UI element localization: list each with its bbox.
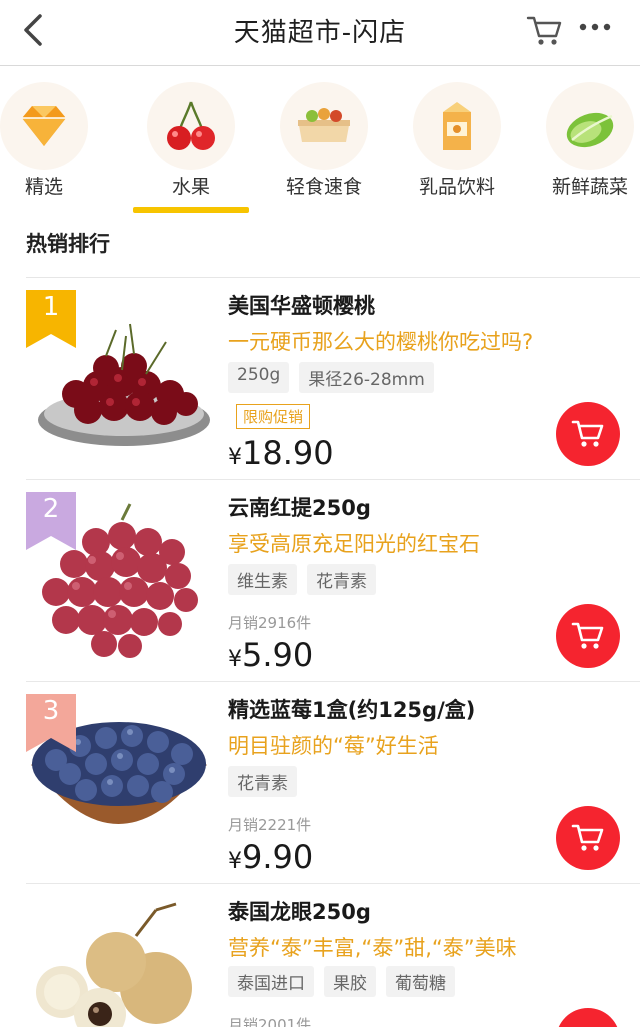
cart-icon — [526, 16, 562, 45]
milk-carton-icon — [443, 102, 471, 150]
monthly-sales: 月销2001件 — [228, 1016, 312, 1027]
category-jingxuan[interactable]: 精选 — [0, 76, 104, 214]
cherry-icon — [167, 101, 215, 150]
category-rupin[interactable]: 乳品饮料 — [397, 76, 517, 214]
tag: 泰国进口 — [228, 966, 314, 997]
add-to-cart-button[interactable] — [556, 1008, 620, 1027]
product-name: 精选蓝莓1盒(约125g/盒) — [228, 698, 476, 722]
selected-category-indicator — [133, 207, 249, 213]
top-bar: 天猫超市-闪店 — [0, 0, 640, 66]
more-dots-icon — [579, 23, 611, 31]
category-icon-bg — [280, 82, 368, 170]
tag: 维生素 — [228, 564, 297, 595]
product-slogan: 一元硬币那么大的樱桃你吃过吗? — [228, 330, 534, 354]
monthly-sales: 月销2221件 — [228, 816, 312, 834]
currency-symbol: ¥ — [228, 849, 242, 874]
tag-list: 花青素 — [228, 766, 297, 797]
section-title: 热销排行 — [26, 232, 110, 256]
cart-icon — [571, 622, 604, 649]
tag: 果胶 — [324, 966, 376, 997]
product-item[interactable]: 泰国龙眼250g 营养“泰”丰富,“泰”甜,“泰”美味 泰国进口 果胶 葡萄糖 … — [0, 886, 640, 1027]
category-label: 轻食速食 — [285, 176, 362, 198]
category-icon-bg — [546, 82, 634, 170]
category-icon-bg — [413, 82, 501, 170]
tag: 葡萄糖 — [386, 966, 455, 997]
price-amount: 5.90 — [242, 636, 314, 674]
add-to-cart-button[interactable] — [556, 604, 620, 668]
tag-list: 泰国进口 果胶 葡萄糖 — [228, 966, 455, 997]
rank-number: 2 — [42, 494, 60, 524]
category-shuiguo[interactable]: 水果 — [131, 76, 251, 214]
product-item[interactable]: 2 云南红提250g 享受高原充足阳光的红宝石 维生素 花青素 月销2916件 … — [0, 482, 640, 682]
product-price: ¥18.90 — [228, 434, 334, 472]
product-price: ¥5.90 — [228, 636, 313, 674]
cabbage-icon — [566, 112, 614, 148]
product-item[interactable]: 3 精选蓝莓1盒(约125g/盒) 明目驻颜的“莓”好生活 花青素 月销2221… — [0, 684, 640, 884]
product-slogan: 营养“泰”丰富,“泰”甜,“泰”美味 — [228, 936, 517, 960]
lunchbox-icon — [298, 108, 350, 142]
divider — [26, 479, 640, 480]
category-shucai[interactable]: 新鲜蔬菜 — [530, 76, 640, 214]
tag-list: 维生素 花青素 — [228, 564, 376, 595]
product-item[interactable]: 1 美国华盛顿樱桃 一元硬币那么大的樱桃你吃过吗? 250g 果径26-28mm… — [0, 280, 640, 480]
category-label: 新鲜蔬菜 — [551, 176, 628, 198]
category-icon-bg — [0, 82, 88, 170]
category-label: 水果 — [171, 176, 210, 198]
tag: 花青素 — [307, 564, 376, 595]
price-amount: 9.90 — [242, 838, 314, 876]
category-qingshi[interactable]: 轻食速食 — [264, 76, 384, 214]
cart-icon — [571, 420, 604, 447]
product-name: 云南红提250g — [228, 496, 371, 520]
category-icon-bg — [147, 82, 235, 170]
rank-number: 1 — [42, 292, 60, 322]
product-name: 泰国龙眼250g — [228, 900, 371, 924]
more-button[interactable] — [577, 12, 613, 42]
currency-symbol: ¥ — [228, 647, 242, 672]
rank-number: 3 — [42, 696, 60, 726]
product-image-longan — [36, 902, 192, 1027]
category-bar: 精选 水果 轻食速食 乳品饮料 新鲜蔬菜 — [0, 76, 640, 216]
divider — [26, 883, 640, 884]
divider — [26, 277, 640, 278]
tag: 果径26-28mm — [299, 362, 434, 393]
category-label: 精选 — [24, 176, 63, 198]
diamond-icon — [22, 106, 66, 146]
add-to-cart-button[interactable] — [556, 402, 620, 466]
product-name: 美国华盛顿樱桃 — [228, 294, 375, 318]
promo-badge: 限购促销 — [236, 404, 311, 429]
category-label: 乳品饮料 — [418, 176, 495, 198]
cart-button[interactable] — [524, 12, 564, 48]
product-slogan: 明目驻颜的“莓”好生活 — [228, 734, 439, 758]
cart-icon — [571, 824, 604, 851]
price-amount: 18.90 — [242, 434, 334, 472]
currency-symbol: ¥ — [228, 445, 242, 470]
divider — [26, 681, 640, 682]
tag: 250g — [228, 362, 290, 393]
tag: 花青素 — [228, 766, 297, 797]
tag-list: 250g 果径26-28mm — [228, 362, 434, 393]
add-to-cart-button[interactable] — [556, 806, 620, 870]
product-slogan: 享受高原充足阳光的红宝石 — [228, 532, 480, 556]
monthly-sales: 月销2916件 — [228, 614, 312, 632]
product-price: ¥9.90 — [228, 838, 313, 876]
